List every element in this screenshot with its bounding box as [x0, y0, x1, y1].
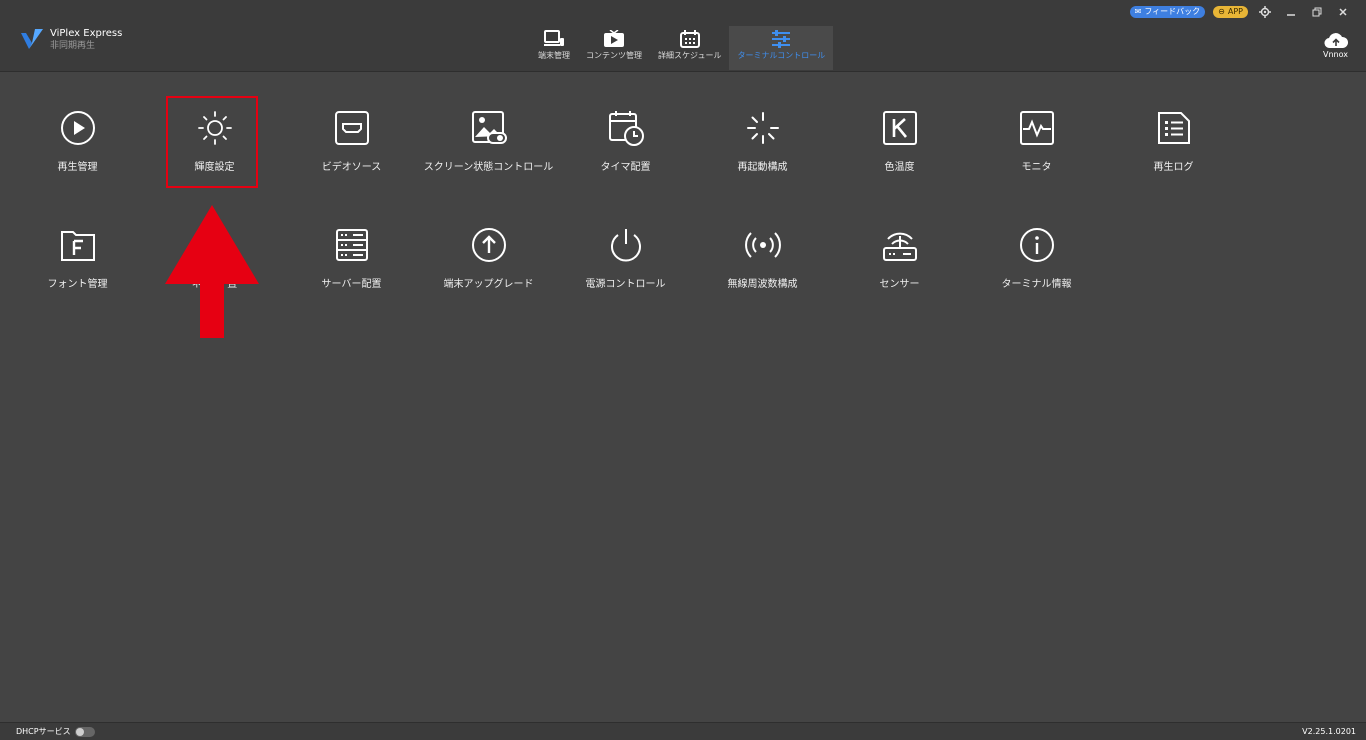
- item-label: ビデオソース: [321, 162, 382, 173]
- dhcp-toggle[interactable]: [74, 726, 95, 737]
- screen-status-control-item[interactable]: スクリーン状態コントロール: [420, 108, 557, 225]
- version-label: V2.25.1.0201: [1302, 727, 1356, 736]
- tab-label: ターミナルコントロール: [737, 51, 826, 60]
- radio-frequency-item[interactable]: 無線周波数構成: [694, 225, 831, 342]
- item-label: モニタ: [1021, 162, 1052, 173]
- playback-log-item[interactable]: 再生ログ: [1105, 108, 1242, 225]
- timer-config-item[interactable]: タイマ配置: [557, 108, 694, 225]
- hdmi-icon: [334, 111, 369, 145]
- close-icon: [1339, 8, 1347, 16]
- monitor-icon: [544, 30, 564, 46]
- item-label: 無線周波数構成: [727, 279, 798, 290]
- item-label: 色温度: [884, 162, 915, 173]
- radio-wave-icon: [744, 232, 781, 258]
- pulse-icon: [1019, 111, 1054, 145]
- terminal-upgrade-item[interactable]: 端末アップグレード: [420, 225, 557, 342]
- main-nav: 端末管理 コンテンツ管理 詳細スケジュール ターミナルコントロール: [530, 26, 834, 70]
- feedback-button[interactable]: ✉ フィードバック: [1129, 6, 1206, 18]
- app-label: APP: [1227, 7, 1243, 16]
- play-tv-icon: [604, 30, 624, 47]
- feedback-icon: ✉: [1134, 7, 1142, 16]
- app-button[interactable]: ⊖ APP: [1213, 6, 1248, 18]
- terminal-info-item[interactable]: ターミナル情報: [968, 225, 1105, 342]
- loading-spinner-icon: [746, 112, 779, 144]
- item-label: 電源コントロール: [585, 279, 666, 290]
- list-document-icon: [1157, 112, 1190, 144]
- tab-label: コンテンツ管理: [586, 51, 642, 60]
- play-circle-icon: [60, 111, 95, 145]
- tab-content-management[interactable]: コンテンツ管理: [578, 26, 650, 70]
- app-icon: ⊖: [1218, 7, 1225, 16]
- info-icon: [1019, 228, 1054, 262]
- item-label: ネ 置: [191, 279, 238, 290]
- terminal-control-grid: 再生管理 輝度設定 ビデオソース スクリーン状態コントロール タイマ配置 再起動…: [9, 108, 1242, 342]
- server-config-item[interactable]: サーバー配置: [283, 225, 420, 342]
- restore-icon: [1312, 7, 1322, 17]
- item-label: サーバー配置: [321, 279, 382, 290]
- item-label: フォント管理: [47, 279, 108, 290]
- grid-row: 再生管理 輝度設定 ビデオソース スクリーン状態コントロール タイマ配置 再起動…: [9, 108, 1242, 225]
- app-subtitle: 非同期再生: [50, 41, 96, 51]
- status-bar: DHCPサービス V2.25.1.0201: [0, 722, 1366, 740]
- item-label: スクリーン状態コントロール: [423, 162, 554, 173]
- grid-row: フォント管理 ネ 置 サーバー配置 端末アップグレード 電源コントロール 無線周…: [9, 225, 1242, 342]
- power-icon: [610, 229, 641, 262]
- gear-icon: [1259, 6, 1271, 18]
- server-icon: [335, 229, 368, 261]
- image-toggle-icon: [471, 111, 507, 144]
- power-control-item[interactable]: 電源コントロール: [557, 225, 694, 342]
- item-label: 輝度設定: [194, 162, 235, 173]
- brand: ViPlex Express 非同期再生: [20, 27, 122, 53]
- sliders-icon: [772, 30, 791, 48]
- close-button[interactable]: [1334, 5, 1352, 19]
- sensor-item[interactable]: センサー: [831, 225, 968, 342]
- hidden-item[interactable]: ネ 置: [146, 225, 283, 342]
- playback-management-item[interactable]: 再生管理: [9, 108, 146, 225]
- item-label: タイマ配置: [600, 162, 651, 173]
- restore-button[interactable]: [1308, 5, 1326, 19]
- feedback-label: フィードバック: [1144, 7, 1201, 16]
- app-name: ViPlex Express: [50, 28, 123, 39]
- brightness-settings-item[interactable]: 輝度設定: [146, 108, 283, 225]
- top-actions: ✉ フィードバック ⊖ APP: [1129, 5, 1352, 19]
- item-label: 再生ログ: [1153, 162, 1194, 173]
- vnnox-button[interactable]: Vnnox: [1323, 33, 1348, 59]
- tab-label: 詳細スケジュール: [658, 51, 722, 60]
- title-bar: ViPlex Express 非同期再生 端末管理 コンテンツ管理 詳細スケジュ…: [0, 0, 1366, 72]
- dhcp-label: DHCPサービス: [16, 727, 71, 736]
- tab-terminal-control[interactable]: ターミナルコントロール: [729, 26, 834, 70]
- sun-icon: [197, 111, 232, 145]
- router-icon: [882, 232, 917, 261]
- tab-device-management[interactable]: 端末管理: [530, 26, 578, 70]
- calendar-icon: [679, 30, 700, 48]
- item-label: センサー: [879, 279, 920, 290]
- item-label: ターミナル情報: [1001, 279, 1072, 290]
- monitor-item[interactable]: モニタ: [968, 108, 1105, 225]
- item-label: 再生管理: [57, 162, 98, 173]
- font-folder-icon: [60, 231, 95, 261]
- settings-button[interactable]: [1256, 5, 1274, 19]
- font-management-item[interactable]: フォント管理: [9, 225, 146, 342]
- viplex-logo-icon: [21, 29, 43, 49]
- video-source-item[interactable]: ビデオソース: [283, 108, 420, 225]
- vnnox-label: Vnnox: [1323, 50, 1348, 59]
- k-box-icon: [882, 111, 917, 145]
- minimize-icon: [1287, 14, 1295, 16]
- tab-schedule[interactable]: 詳細スケジュール: [650, 26, 729, 70]
- timer-calendar-icon: [608, 111, 644, 146]
- upgrade-arrow-icon: [471, 228, 506, 262]
- minimize-button[interactable]: [1282, 5, 1300, 19]
- cloud-upload-icon: [1323, 33, 1348, 49]
- color-temperature-item[interactable]: 色温度: [831, 108, 968, 225]
- restart-config-item[interactable]: 再起動構成: [694, 108, 831, 225]
- tab-label: 端末管理: [538, 51, 570, 60]
- item-label: 端末アップグレード: [443, 279, 534, 290]
- dhcp-service: DHCPサービス: [16, 726, 95, 737]
- item-label: 再起動構成: [737, 162, 788, 173]
